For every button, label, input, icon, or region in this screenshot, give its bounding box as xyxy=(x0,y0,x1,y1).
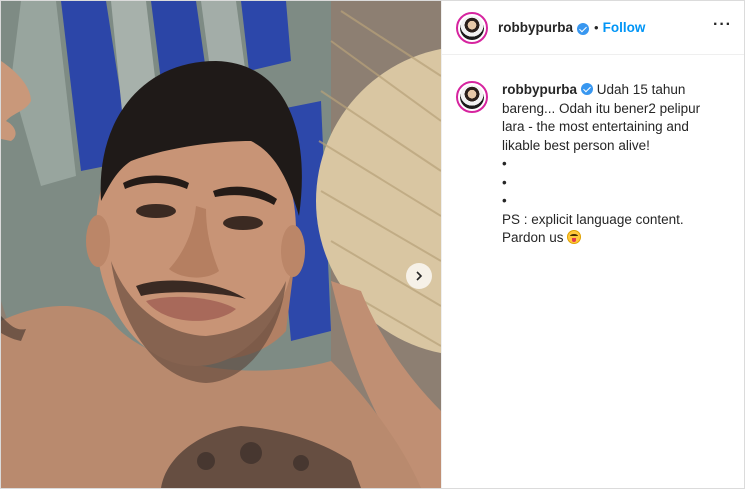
face-with-tongue-emoji-icon xyxy=(567,230,582,244)
caption-avatar[interactable] xyxy=(456,81,488,113)
header-separator: • xyxy=(594,20,599,35)
caption-bullet: • xyxy=(502,193,507,208)
post-photo[interactable] xyxy=(1,1,441,488)
avatar-image xyxy=(460,15,484,40)
chevron-right-icon xyxy=(416,271,423,281)
instagram-post: robbypurba • Follow ··· robbypurba Udah … xyxy=(0,0,745,489)
post-side-panel: robbypurba • Follow ··· robbypurba Udah … xyxy=(441,1,744,488)
caption-line-ps: PS : explicit language content. Pardon u… xyxy=(502,211,684,246)
verified-badge-icon xyxy=(577,22,590,35)
verified-badge-icon xyxy=(581,83,594,95)
post-header: robbypurba • Follow ··· xyxy=(442,1,744,55)
username-link[interactable]: robbypurba xyxy=(498,20,573,35)
carousel-next-button[interactable] xyxy=(406,263,432,289)
caption-text: robbypurba Udah 15 tahun bareng... Odah … xyxy=(502,81,720,248)
caption-username-link[interactable]: robbypurba xyxy=(502,82,577,97)
selfie-photo-illustration xyxy=(1,1,441,488)
caption-bullet: • xyxy=(502,174,507,190)
follow-button[interactable]: Follow xyxy=(603,20,646,35)
more-options-icon[interactable]: ··· xyxy=(713,16,732,36)
post-caption: robbypurba Udah 15 tahun bareng... Odah … xyxy=(442,55,744,248)
avatar[interactable] xyxy=(456,11,488,44)
caption-bullet: • xyxy=(502,156,507,171)
avatar-image xyxy=(460,85,484,109)
